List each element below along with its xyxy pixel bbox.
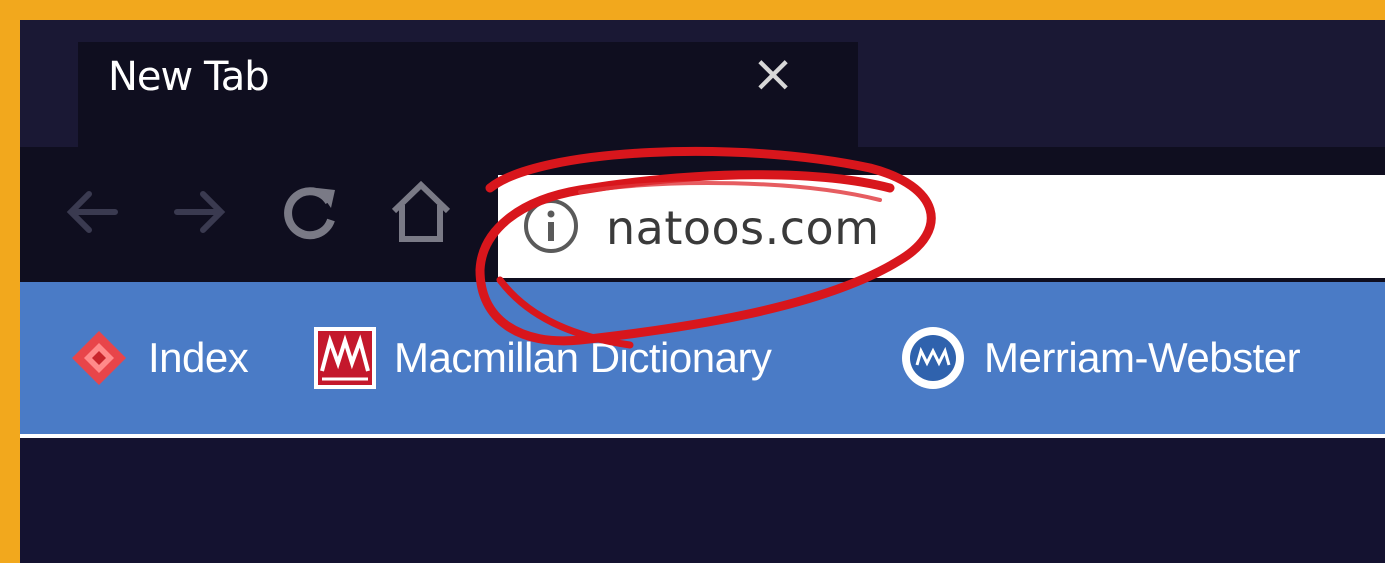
home-icon [391, 180, 451, 242]
tab-strip: New Tab × [20, 20, 1385, 147]
info-icon[interactable] [522, 197, 580, 255]
address-bar[interactable]: natoos.com [498, 175, 1385, 278]
forward-arrow-icon [174, 191, 226, 233]
tab-title: New Tab [108, 54, 270, 100]
close-tab-icon[interactable]: × [748, 44, 798, 104]
back-button[interactable] [56, 177, 126, 247]
index-logo-icon [72, 331, 126, 385]
browser-window: New Tab × natoos.com Index Macmillan Dic… [20, 20, 1385, 563]
reload-icon [284, 187, 335, 240]
bookmark-label: Merriam-Webster [984, 334, 1301, 381]
bookmark-label: Index [148, 334, 249, 381]
bookmark-macmillan-dictionary[interactable]: Macmillan Dictionary [314, 326, 772, 390]
home-button[interactable] [386, 177, 456, 247]
forward-button[interactable] [166, 177, 236, 247]
macmillan-logo-icon [314, 327, 376, 389]
url-text: natoos.com [606, 201, 880, 255]
bookmark-index[interactable]: Index [68, 326, 249, 390]
page-content [20, 438, 1385, 563]
bookmark-merriam-webster[interactable]: Merriam-Webster [900, 326, 1301, 390]
merriam-webster-logo-icon [902, 327, 964, 389]
bookmark-label: Macmillan Dictionary [394, 334, 772, 381]
tab-new-tab[interactable]: New Tab × [78, 42, 858, 147]
bookmarks-bar: Index Macmillan Dictionary Merriam-Webst… [20, 282, 1385, 438]
reload-button[interactable] [276, 177, 346, 247]
back-arrow-icon [66, 191, 118, 233]
toolbar: natoos.com [20, 147, 1385, 282]
